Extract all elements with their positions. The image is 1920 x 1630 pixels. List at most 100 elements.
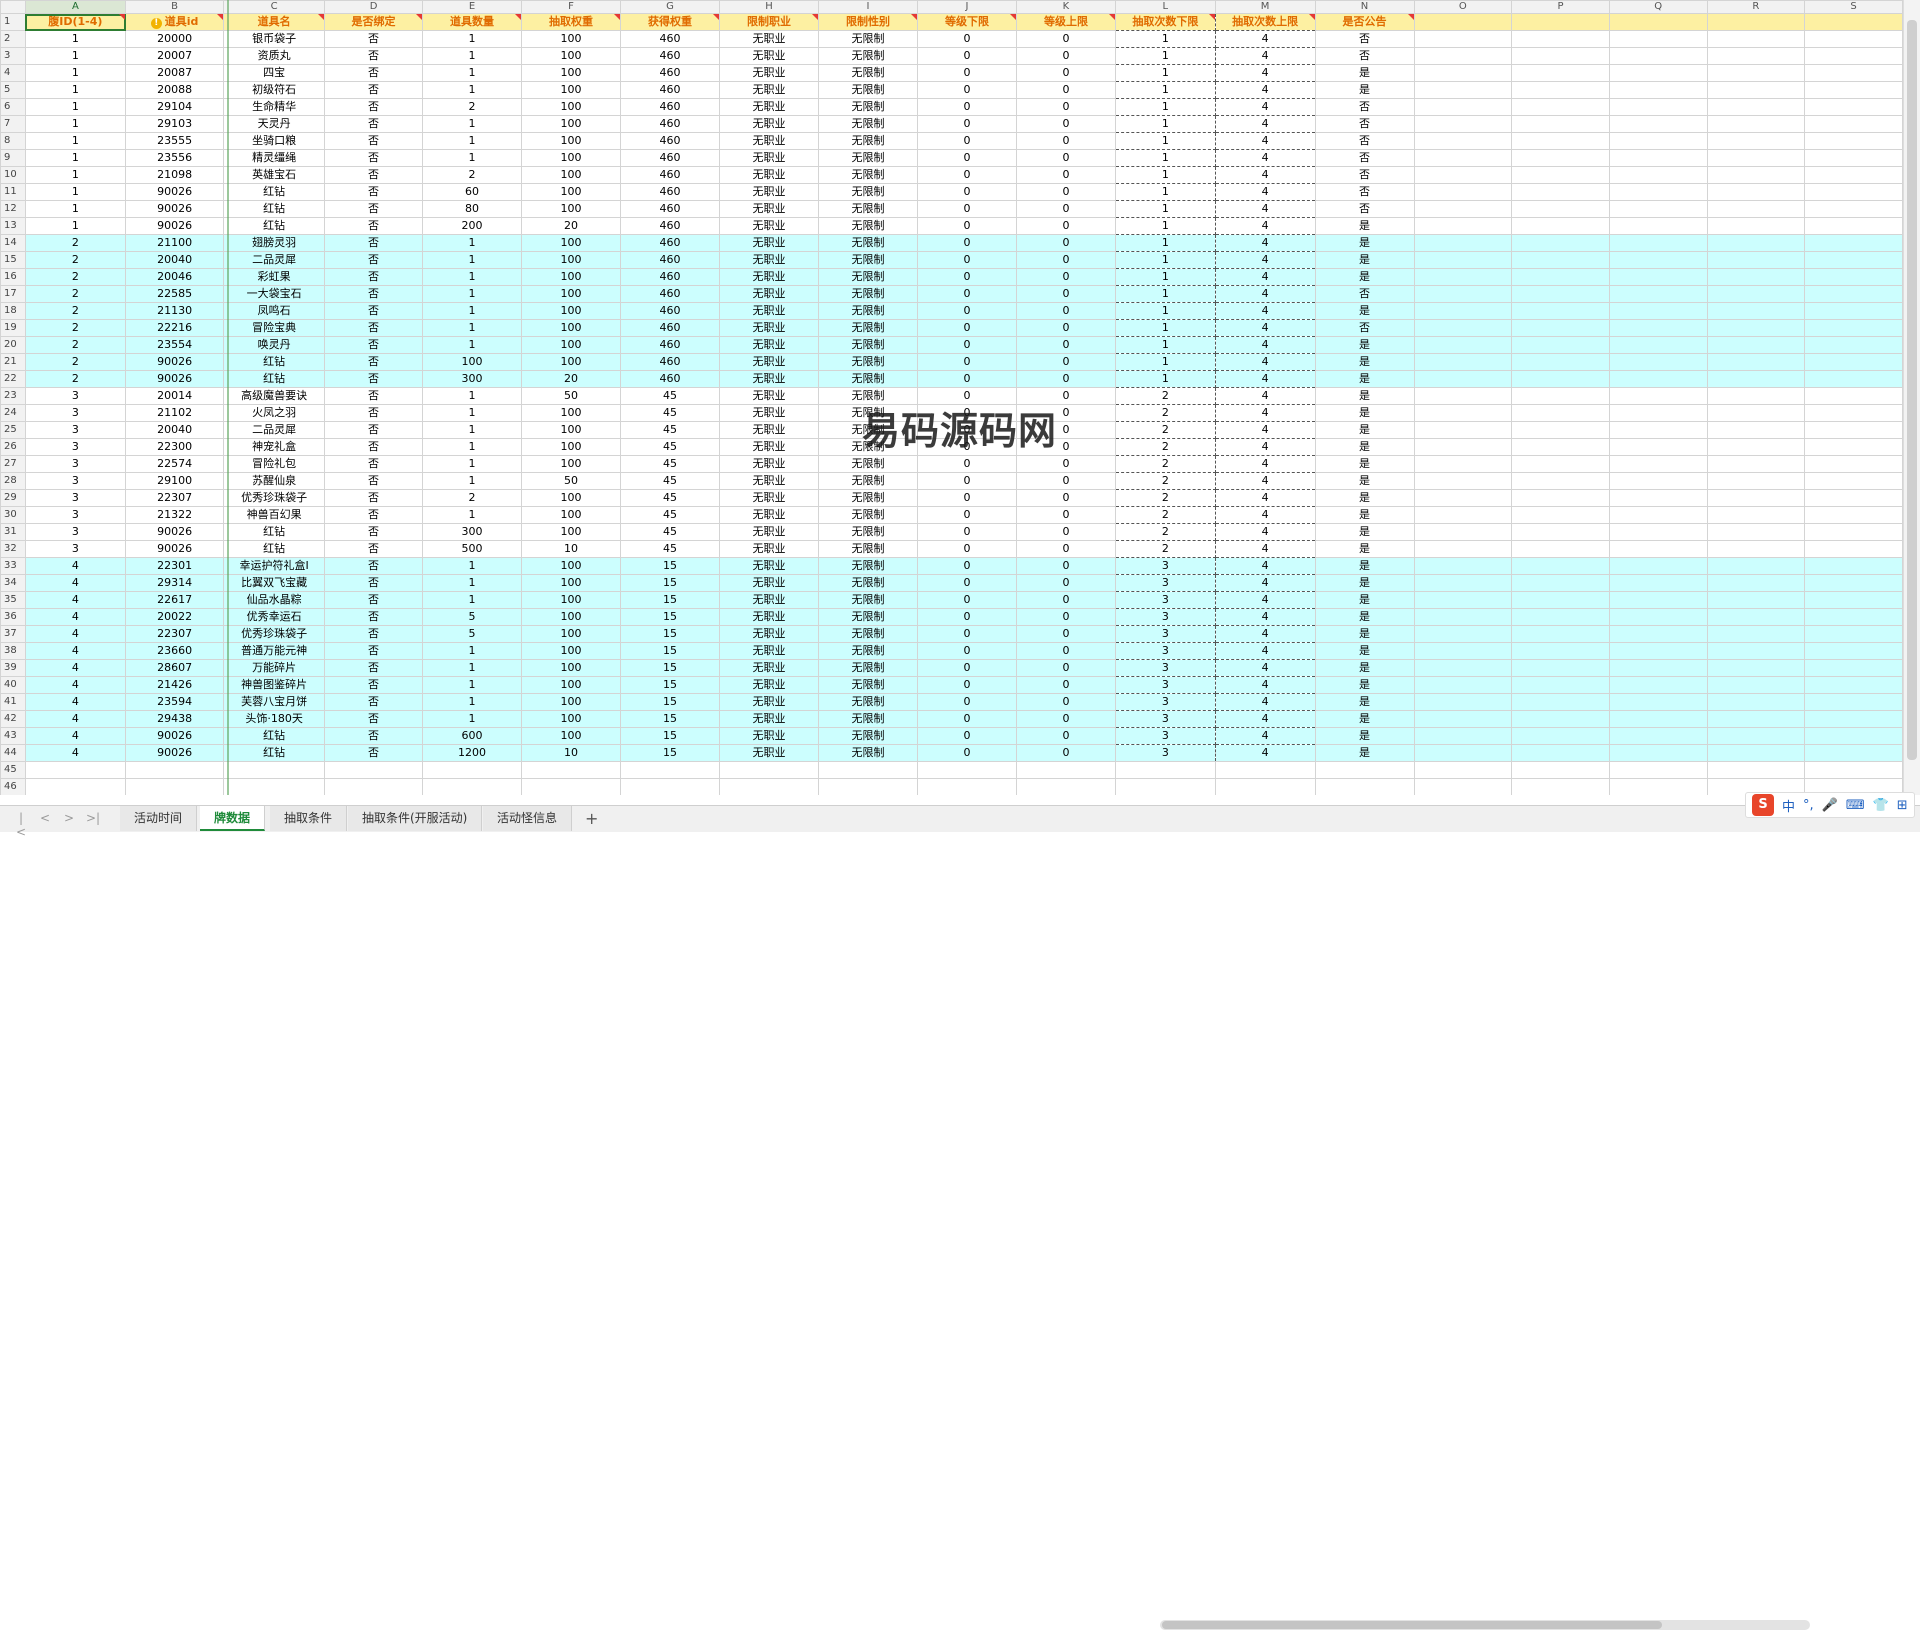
data-cell[interactable]: 0 xyxy=(1015,149,1116,167)
data-cell[interactable]: 神兽图鉴碎片 xyxy=(223,676,326,694)
column-header[interactable]: F xyxy=(521,0,622,14)
empty-cell[interactable] xyxy=(1413,13,1513,31)
data-cell[interactable]: 4 xyxy=(1214,285,1316,303)
ime-toolbar[interactable]: S 中 °, 🎤 ⌨ 👕 ⊞ xyxy=(1745,792,1915,818)
data-cell[interactable]: 否 xyxy=(324,574,424,592)
empty-cell[interactable] xyxy=(1706,81,1806,99)
data-cell[interactable]: 2 xyxy=(1114,438,1216,456)
row-number[interactable]: 23 xyxy=(0,387,26,405)
data-cell[interactable]: 0 xyxy=(1015,115,1116,133)
data-cell[interactable]: 红钻 xyxy=(223,200,326,218)
data-cell[interactable]: 22300 xyxy=(125,438,225,456)
data-cell[interactable]: 无职业 xyxy=(719,370,819,388)
data-cell[interactable]: 1 xyxy=(422,591,523,609)
empty-cell[interactable] xyxy=(1413,404,1513,422)
prev-sheet-icon[interactable]: < xyxy=(38,811,52,825)
empty-cell[interactable] xyxy=(1608,506,1708,524)
data-cell[interactable]: 无限制 xyxy=(818,200,918,218)
data-cell[interactable]: 460 xyxy=(620,132,721,150)
empty-cell[interactable] xyxy=(1511,608,1610,626)
data-cell[interactable]: 是 xyxy=(1314,608,1415,626)
data-cell[interactable]: 0 xyxy=(1015,336,1116,354)
empty-cell[interactable] xyxy=(1804,693,1903,711)
empty-cell[interactable] xyxy=(125,761,225,779)
data-cell[interactable]: 3 xyxy=(24,387,127,405)
data-cell[interactable]: 4 xyxy=(1214,336,1316,354)
data-cell[interactable]: 0 xyxy=(916,591,1017,609)
empty-cell[interactable] xyxy=(1413,659,1513,677)
row-number[interactable]: 14 xyxy=(0,234,26,252)
data-cell[interactable]: 21098 xyxy=(125,166,225,184)
data-cell[interactable]: 无职业 xyxy=(719,217,819,235)
data-cell[interactable]: 无职业 xyxy=(719,47,819,65)
data-cell[interactable]: 4 xyxy=(1214,166,1316,184)
row-number[interactable]: 24 xyxy=(0,404,26,422)
data-cell[interactable]: 21102 xyxy=(125,404,225,422)
data-cell[interactable]: 是 xyxy=(1314,557,1415,575)
data-cell[interactable]: 100 xyxy=(521,30,622,48)
data-cell[interactable]: 是 xyxy=(1314,642,1415,660)
data-cell[interactable]: 1 xyxy=(422,676,523,694)
data-cell[interactable]: 0 xyxy=(916,149,1017,167)
empty-cell[interactable] xyxy=(1608,98,1708,116)
data-cell[interactable]: 4 xyxy=(24,642,127,660)
data-cell[interactable]: 1 xyxy=(24,47,127,65)
data-cell[interactable]: 100 xyxy=(521,200,622,218)
data-cell[interactable]: 0 xyxy=(916,557,1017,575)
empty-cell[interactable] xyxy=(1413,506,1513,524)
empty-cell[interactable] xyxy=(1706,608,1806,626)
data-cell[interactable]: 29438 xyxy=(125,710,225,728)
empty-cell[interactable] xyxy=(1706,98,1806,116)
empty-cell[interactable] xyxy=(1804,183,1903,201)
data-cell[interactable]: 21130 xyxy=(125,302,225,320)
data-cell[interactable]: 100 xyxy=(521,693,622,711)
data-cell[interactable]: 4 xyxy=(1214,472,1316,490)
data-cell[interactable]: 2 xyxy=(1114,489,1216,507)
empty-cell[interactable] xyxy=(1608,268,1708,286)
column-header[interactable]: A xyxy=(24,0,127,14)
empty-cell[interactable] xyxy=(1413,591,1513,609)
data-cell[interactable]: 是 xyxy=(1314,693,1415,711)
first-sheet-icon[interactable]: |< xyxy=(14,811,28,839)
empty-cell[interactable] xyxy=(1413,98,1513,116)
data-cell[interactable]: 否 xyxy=(1314,149,1415,167)
data-cell[interactable]: 否 xyxy=(324,523,424,541)
empty-cell[interactable] xyxy=(1706,761,1806,779)
empty-cell[interactable] xyxy=(1511,183,1610,201)
empty-cell[interactable] xyxy=(1706,472,1806,490)
data-cell[interactable]: 1 xyxy=(422,472,523,490)
header-cell[interactable]: 抽取次数上限 xyxy=(1214,13,1316,31)
empty-cell[interactable] xyxy=(1114,778,1216,795)
empty-cell[interactable] xyxy=(1608,489,1708,507)
data-cell[interactable]: 20088 xyxy=(125,81,225,99)
row-number[interactable]: 34 xyxy=(0,574,26,592)
data-cell[interactable]: 二品灵犀 xyxy=(223,421,326,439)
data-cell[interactable]: 2 xyxy=(1114,540,1216,558)
data-cell[interactable]: 4 xyxy=(1214,217,1316,235)
empty-cell[interactable] xyxy=(1608,166,1708,184)
data-cell[interactable]: 否 xyxy=(324,472,424,490)
data-cell[interactable]: 3 xyxy=(24,455,127,473)
data-cell[interactable]: 20 xyxy=(521,217,622,235)
ime-language-toggle[interactable]: 中 xyxy=(1782,796,1795,815)
data-cell[interactable]: 4 xyxy=(24,659,127,677)
empty-cell[interactable] xyxy=(1608,387,1708,405)
data-cell[interactable]: 一大袋宝石 xyxy=(223,285,326,303)
data-cell[interactable]: 460 xyxy=(620,149,721,167)
data-cell[interactable]: 是 xyxy=(1314,234,1415,252)
add-sheet-button[interactable]: + xyxy=(585,809,598,828)
data-cell[interactable]: 否 xyxy=(324,336,424,354)
data-cell[interactable]: 无职业 xyxy=(719,710,819,728)
data-cell[interactable]: 4 xyxy=(1214,693,1316,711)
data-cell[interactable]: 无限制 xyxy=(818,506,918,524)
data-cell[interactable]: 无职业 xyxy=(719,557,819,575)
data-cell[interactable]: 1 xyxy=(422,387,523,405)
header-cell[interactable]: 腹ID(1-4) xyxy=(24,13,127,31)
data-cell[interactable]: 1 xyxy=(1114,285,1216,303)
header-cell[interactable]: 抽取权重 xyxy=(521,13,622,31)
data-cell[interactable]: 4 xyxy=(1214,319,1316,337)
data-cell[interactable]: 1 xyxy=(422,693,523,711)
data-cell[interactable]: 2 xyxy=(1114,387,1216,405)
data-cell[interactable]: 20022 xyxy=(125,608,225,626)
empty-cell[interactable] xyxy=(1706,285,1806,303)
